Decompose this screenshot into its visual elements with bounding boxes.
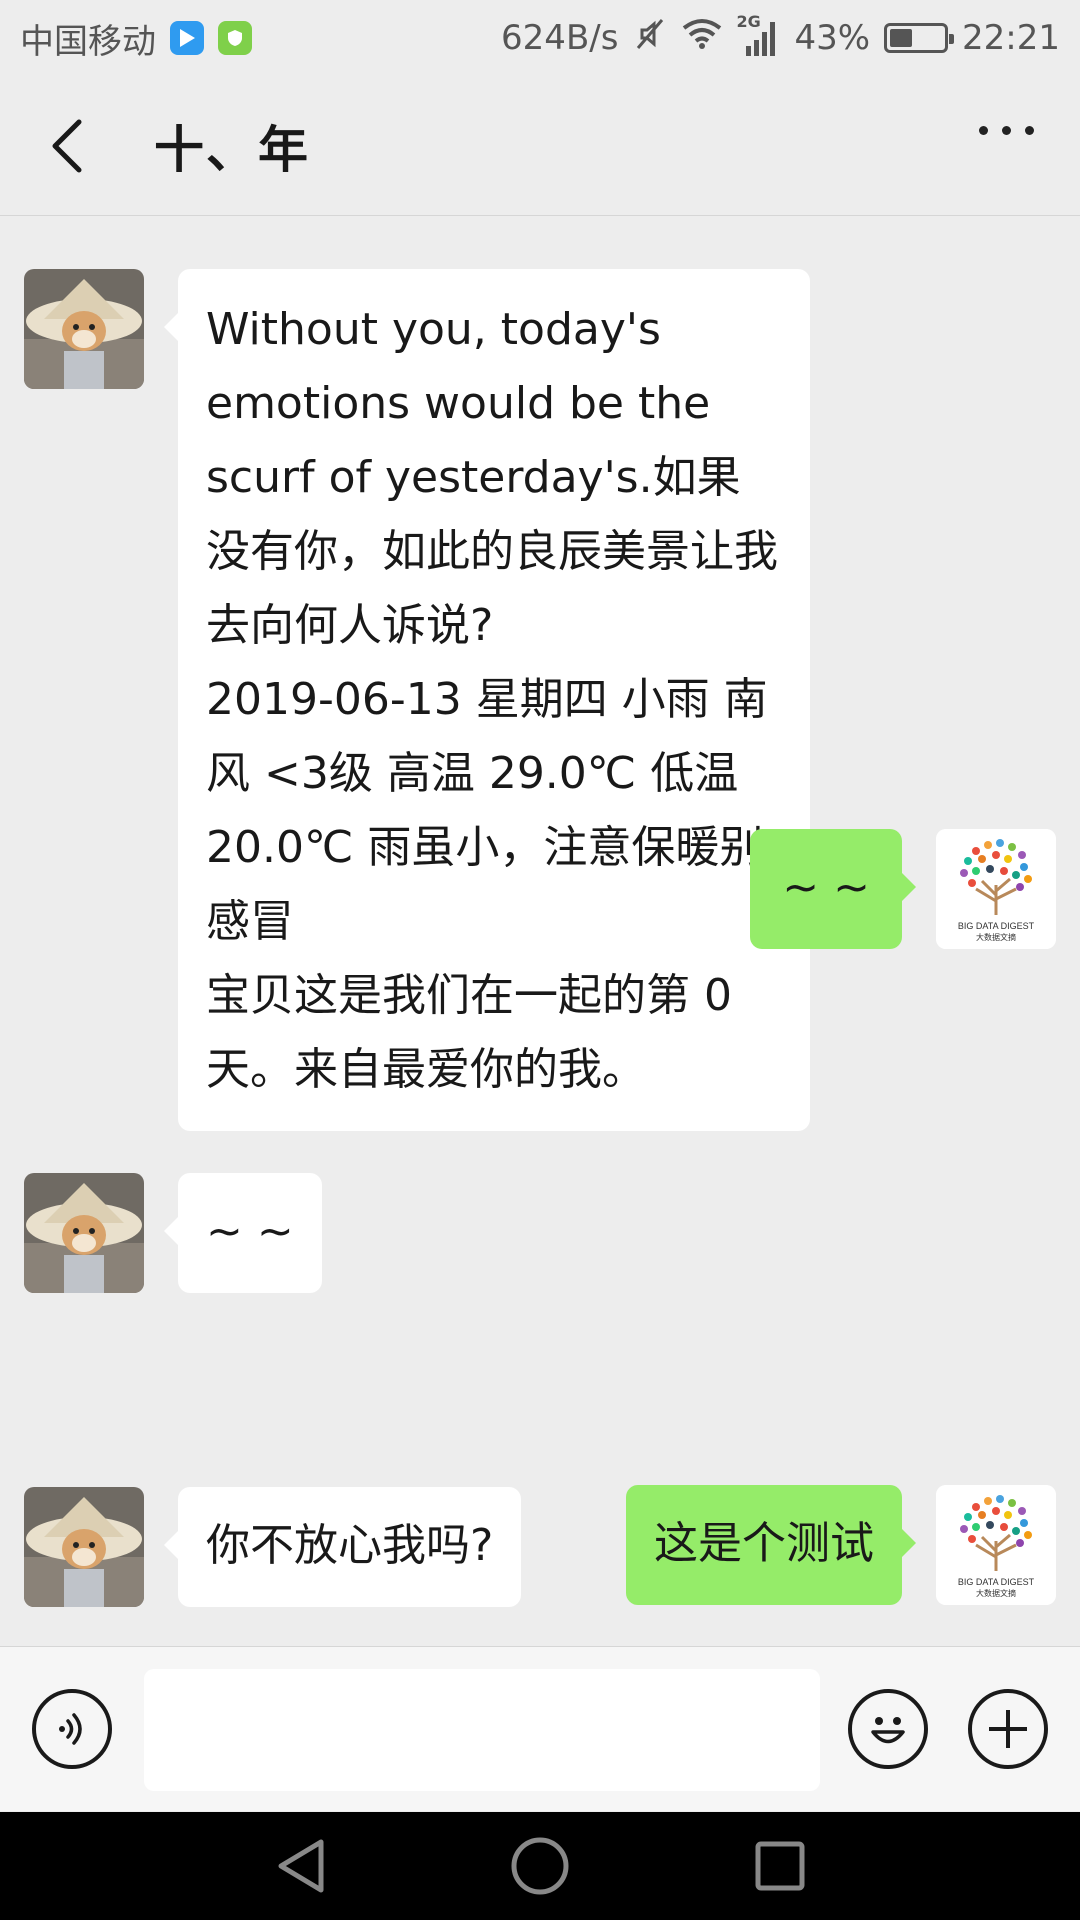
- self-avatar[interactable]: BIG DATA DIGEST 大数据文摘: [936, 829, 1056, 949]
- chevron-left-icon: [52, 119, 82, 172]
- square-recents-icon: [755, 1841, 805, 1891]
- tree-logo-icon: BIG DATA DIGEST 大数据文摘: [936, 1485, 1056, 1605]
- chat-header: 十、年: [0, 76, 1080, 216]
- signal-icon: 2G: [736, 12, 780, 58]
- battery-percent: 43%: [794, 18, 871, 58]
- triangle-back-icon: [278, 1839, 324, 1893]
- logo-text-en: BIG DATA DIGEST: [958, 921, 1035, 931]
- message-input[interactable]: [144, 1669, 820, 1791]
- voice-button[interactable]: [32, 1689, 112, 1769]
- logo-text-cn: 大数据文摘: [976, 1588, 1016, 1598]
- video-app-icon: [170, 21, 204, 55]
- incoming-message-bubble[interactable]: ~ ~: [164, 1173, 322, 1293]
- clock: 22:21: [962, 18, 1060, 58]
- status-bar: 中国移动 624B/s 2G 43% 22:21: [0, 0, 1080, 76]
- more-dots-icon: [979, 126, 988, 135]
- dog-hat-avatar-icon: [24, 269, 144, 389]
- carrier-label: 中国移动: [20, 21, 156, 62]
- battery-icon: [884, 23, 955, 53]
- chat-title: 十、年: [154, 120, 310, 179]
- incoming-message-bubble[interactable]: Without you, today's emotions would be t…: [164, 269, 810, 1131]
- plus-icon: [989, 1710, 1027, 1748]
- nav-recents-button[interactable]: [750, 1836, 810, 1896]
- wifi-icon: [682, 18, 722, 59]
- incoming-message-bubble[interactable]: 你不放心我吗?: [163, 1487, 522, 1607]
- dog-hat-avatar-icon: [24, 1487, 144, 1607]
- nav-home-button[interactable]: [510, 1836, 570, 1896]
- tree-logo-icon: BIG DATA DIGEST 大数据文摘: [936, 829, 1056, 949]
- circle-home-icon: [511, 1837, 569, 1895]
- more-options-button[interactable]: [979, 126, 1034, 135]
- input-bar: [0, 1646, 1080, 1811]
- back-button[interactable]: [36, 116, 96, 176]
- nav-back-button[interactable]: [270, 1836, 330, 1896]
- self-avatar[interactable]: BIG DATA DIGEST 大数据文摘: [936, 1485, 1056, 1605]
- voice-icon: [59, 1713, 82, 1745]
- logo-text-en: BIG DATA DIGEST: [958, 1577, 1035, 1587]
- logo-text-cn: 大数据文摘: [976, 932, 1016, 942]
- dog-hat-avatar-icon: [24, 1173, 144, 1293]
- contact-avatar[interactable]: [24, 1173, 144, 1293]
- shield-app-icon: [218, 21, 252, 55]
- plus-button[interactable]: [968, 1689, 1048, 1769]
- outgoing-message-bubble[interactable]: ~ ~: [750, 829, 916, 949]
- network-speed: 624B/s: [501, 18, 619, 58]
- message-list[interactable]: Without you, today's emotions would be t…: [0, 217, 1080, 1645]
- system-nav-bar: [0, 1812, 1080, 1920]
- mute-icon: [632, 16, 668, 61]
- emoji-button[interactable]: [848, 1689, 928, 1769]
- outgoing-message-bubble[interactable]: 这是个测试: [626, 1485, 916, 1605]
- emoji-icon: [871, 1717, 905, 1744]
- contact-avatar[interactable]: [24, 269, 144, 389]
- contact-avatar[interactable]: [24, 1487, 144, 1607]
